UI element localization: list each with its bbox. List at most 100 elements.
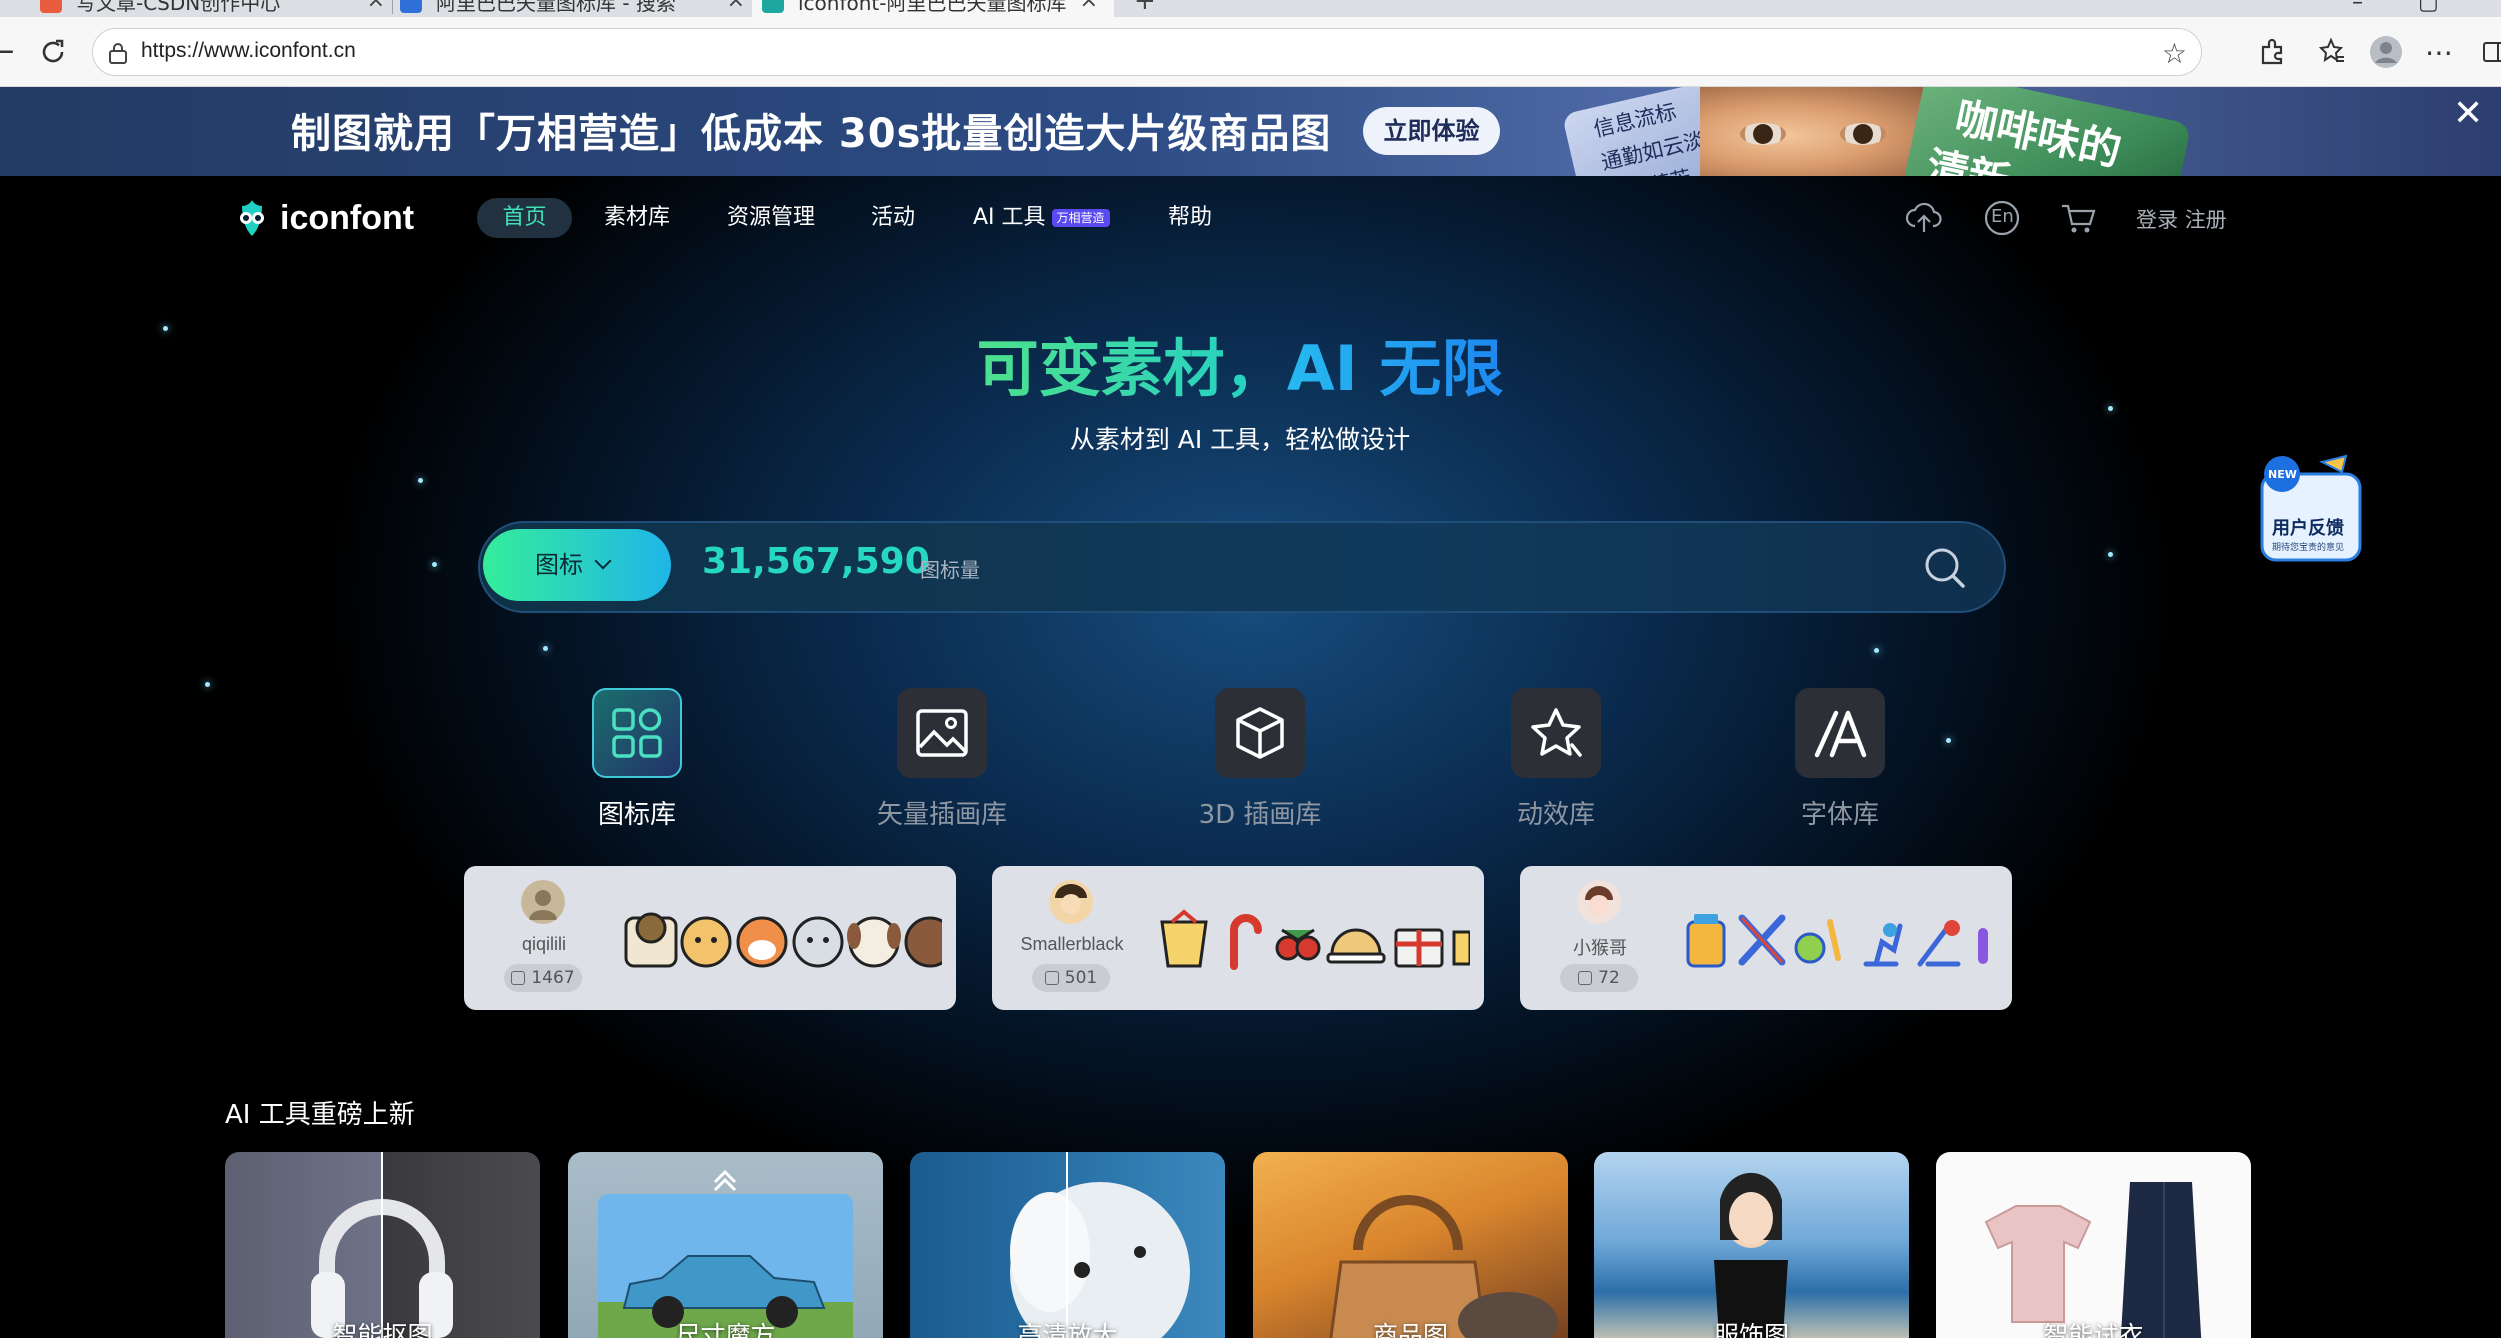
browser-tab-iconfont[interactable]: iconfont-阿里巴巴矢量图标库 × xyxy=(752,0,1114,17)
feedback-title: 用户反馈 xyxy=(2272,518,2344,539)
close-tab-icon[interactable]: × xyxy=(367,0,385,13)
model-image xyxy=(1714,1172,1788,1338)
creator-card[interactable]: Smallerblack 501 xyxy=(992,866,1484,1010)
nav-help[interactable]: 帮助 xyxy=(1168,198,1212,238)
upload-icon[interactable] xyxy=(1904,198,1944,238)
logo-text: iconfont xyxy=(280,198,415,237)
ai-tools-section-title: AI 工具重磅上新 xyxy=(225,1100,415,1130)
library-label: 字体库 xyxy=(1800,800,1879,830)
cube-icon xyxy=(1236,707,1284,759)
nav-activities[interactable]: 活动 xyxy=(871,198,915,238)
register-link[interactable]: 注册 xyxy=(2185,208,2227,232)
library-3d-illustrations[interactable]: 3D 插画库 xyxy=(1160,688,1360,831)
icon-count-unit: 图标量 xyxy=(920,558,980,582)
library-label: 图标库 xyxy=(597,800,676,830)
clothing-image xyxy=(1984,1182,2202,1338)
library-label: 矢量插画库 xyxy=(876,800,1007,830)
search-icon[interactable] xyxy=(1920,543,1970,593)
sidebar-toggle-icon[interactable] xyxy=(2478,35,2501,69)
library-icon-box xyxy=(1215,688,1305,778)
chevron-down-icon xyxy=(594,552,612,570)
new-tab-icon[interactable]: + xyxy=(1134,0,1156,16)
minimize-icon[interactable]: – xyxy=(2352,0,2363,15)
browser-tab-search[interactable]: 阿里巴巴矢量图标库 - 搜索 × xyxy=(400,0,745,17)
hero-title-part1: 可变素材， xyxy=(976,332,1287,405)
star-dot xyxy=(1946,738,1951,743)
tab-title: 写文章-CSDN创作中心 xyxy=(76,0,281,15)
browser-address-bar: ← https://www.iconfont.cn ☆ ⋯ xyxy=(0,17,2501,87)
url-text: https://www.iconfont.cn xyxy=(141,39,356,62)
library-icon-box xyxy=(1795,688,1885,778)
tool-label: 高清放大 xyxy=(1017,1321,1118,1338)
creator-avatar xyxy=(521,880,565,924)
more-menu-icon[interactable]: ⋯ xyxy=(2422,35,2456,69)
browser-tab-csdn[interactable]: 写文章-CSDN创作中心 × xyxy=(40,0,385,17)
thumbs-up-icon xyxy=(511,971,526,985)
tool-card-resize[interactable]: 尺寸魔方 xyxy=(568,1152,883,1338)
nav-materials[interactable]: 素材库 xyxy=(604,198,670,238)
eye-shape xyxy=(1740,123,1786,145)
hero-title: 可变素材，AI 无限 xyxy=(0,318,2480,408)
creator-likes[interactable]: 501 xyxy=(1032,964,1110,992)
search-type-dropdown[interactable]: 图标 xyxy=(483,529,671,601)
close-ad-icon[interactable]: ✕ xyxy=(2453,93,2483,134)
tool-label: 服饰图 xyxy=(1713,1321,1789,1338)
headphones-image xyxy=(311,1152,453,1338)
cart-icon[interactable] xyxy=(2058,198,2098,238)
star-dot xyxy=(543,646,548,651)
refresh-icon[interactable] xyxy=(37,36,69,68)
creator-likes[interactable]: 72 xyxy=(1560,964,1638,992)
close-tab-icon[interactable]: × xyxy=(1080,0,1098,13)
extensions-icon[interactable] xyxy=(2255,35,2289,69)
eye-shape xyxy=(1840,123,1886,145)
library-icon-box xyxy=(1511,688,1601,778)
language-switch[interactable]: En xyxy=(1982,198,2022,238)
image-icon xyxy=(916,709,968,757)
close-tab-icon[interactable]: × xyxy=(727,0,745,13)
tool-card-upscale[interactable]: 高清放大 xyxy=(910,1152,1225,1338)
star-dot xyxy=(1874,648,1879,653)
maximize-icon[interactable]: ▢ xyxy=(2418,0,2439,15)
search-bar[interactable]: 图标 31,567,590 图标量 xyxy=(478,521,2006,613)
nav-ai-tools-label: AI 工具 xyxy=(973,205,1046,230)
font-icon xyxy=(1814,710,1867,758)
url-field[interactable]: https://www.iconfont.cn ☆ xyxy=(92,28,2202,76)
likes-count: 1467 xyxy=(531,968,575,988)
creator-avatar xyxy=(1577,880,1621,924)
creator-card[interactable]: qiqilili 1467 xyxy=(464,866,956,1010)
nav-resource-management[interactable]: 资源管理 xyxy=(727,198,815,238)
login-link[interactable]: 登录 xyxy=(2136,208,2178,232)
iconfont-homepage: iconfont 首页 素材库 资源管理 活动 AI 工具 万相营造 帮助 En … xyxy=(0,176,2501,1338)
tab-divider xyxy=(392,0,393,14)
lock-icon xyxy=(109,43,127,64)
tool-label: 智能抠图 xyxy=(332,1321,433,1338)
favorite-star-icon[interactable]: ☆ xyxy=(2162,37,2187,70)
user-feedback-widget[interactable]: NEW 用户反馈 期待您宝贵的意见 xyxy=(2258,454,2364,564)
library-fonts[interactable]: 字体库 xyxy=(1740,688,1940,831)
nav-ai-tools[interactable]: AI 工具 万相营造 xyxy=(973,198,1110,238)
ad-model-image xyxy=(1700,87,1940,176)
profile-avatar-icon[interactable] xyxy=(2369,35,2403,69)
ad-cta-button[interactable]: 立即体验 xyxy=(1363,107,1500,155)
icon-count: 31,567,590 xyxy=(702,541,930,582)
ad-banner[interactable]: 制图就用「万相营造」低成本 30s批量创造大片级商品图 立即体验 信息流标 通勤… xyxy=(0,87,2501,176)
tool-card-product[interactable]: 商品图 xyxy=(1253,1152,1568,1338)
ad-headline: 制图就用「万相营造」低成本 30s批量创造大片级商品图 xyxy=(291,111,1332,157)
creator-name: qiqilili xyxy=(521,934,566,954)
library-vector-illustrations[interactable]: 矢量插画库 xyxy=(842,688,1042,831)
tool-card-tryon[interactable]: 智能试衣 xyxy=(1936,1152,2251,1338)
creator-likes[interactable]: 1467 xyxy=(504,964,582,992)
collections-icon[interactable] xyxy=(2314,35,2348,69)
star-dot xyxy=(205,682,210,687)
iconfont-logo[interactable]: iconfont xyxy=(230,196,414,240)
tool-card-cutout[interactable]: 智能抠图 xyxy=(225,1152,540,1338)
library-icons[interactable]: 图标库 xyxy=(537,688,737,831)
tool-card-apparel[interactable]: 服饰图 xyxy=(1594,1152,1909,1338)
library-motion[interactable]: 动效库 xyxy=(1456,688,1656,831)
creator-icon-preview xyxy=(1160,909,1470,970)
dog-image xyxy=(1010,1152,1190,1338)
car-image xyxy=(598,1169,853,1338)
back-icon[interactable]: ← xyxy=(0,36,18,68)
creator-card[interactable]: 小猴哥 72 xyxy=(1520,866,2012,1010)
nav-home[interactable]: 首页 xyxy=(477,198,572,238)
